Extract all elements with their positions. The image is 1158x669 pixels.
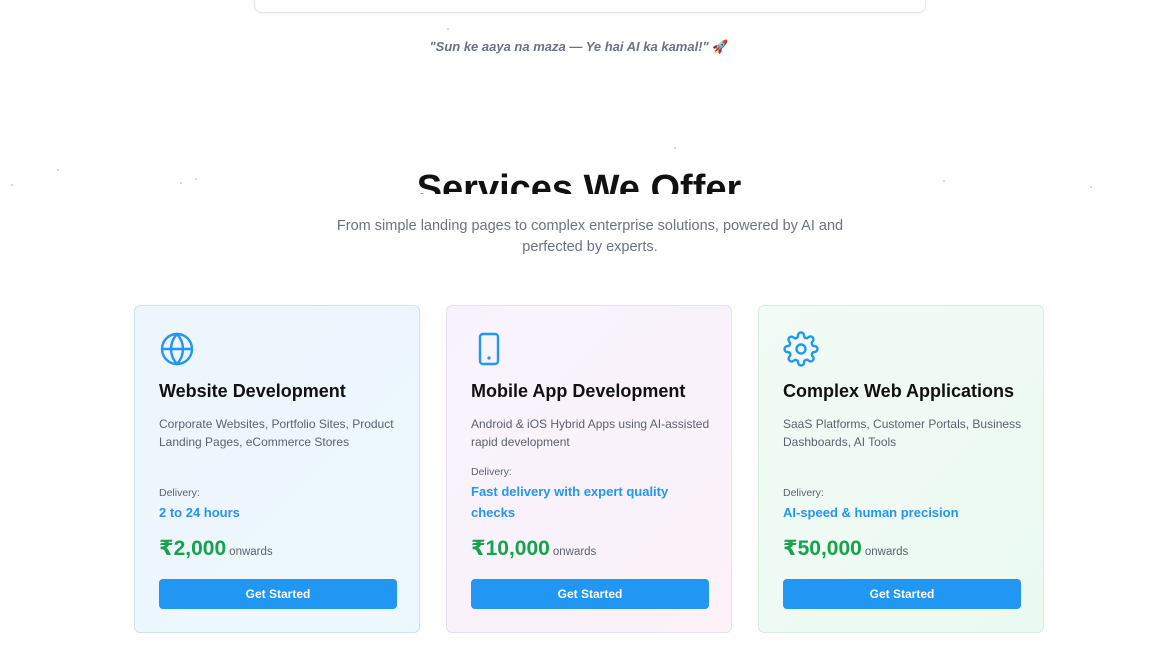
- section-heading-container: Services We Offer: [0, 150, 1158, 194]
- price-suffix: onwards: [552, 546, 597, 558]
- price-amount: ₹2,000: [159, 537, 227, 560]
- tagline: "Sun ke aaya na maza — Ye hai AI ka kama…: [0, 39, 1158, 55]
- rocket-icon: 🚀: [712, 39, 729, 54]
- price-amount: ₹10,000: [471, 537, 550, 560]
- card-description: Android & iOS Hybrid Apps using AI-assis…: [471, 417, 710, 449]
- section-heading: Services We Offer: [416, 168, 742, 194]
- service-card-web-apps: Complex Web Applications SaaS Platforms,…: [758, 305, 1044, 633]
- card-description: SaaS Platforms, Customer Portals, Busine…: [783, 417, 1022, 449]
- delivery-label: Delivery:: [471, 466, 512, 478]
- price: ₹2,000 onwards: [159, 536, 273, 561]
- globe-icon: [160, 332, 194, 366]
- price: ₹50,000 onwards: [783, 536, 908, 561]
- card-title: Website Development: [159, 381, 346, 401]
- delivery-value: AI-speed & human precision: [783, 505, 959, 520]
- delivery-value: 2 to 24 hours: [159, 505, 240, 520]
- tagline-text: "Sun ke aaya na maza — Ye hai AI ka kama…: [429, 39, 709, 54]
- get-started-button[interactable]: Get Started: [783, 579, 1021, 609]
- get-started-button[interactable]: Get Started: [471, 579, 709, 609]
- price-suffix: onwards: [229, 546, 273, 558]
- service-card-website: Website Development Corporate Websites, …: [134, 305, 420, 633]
- gear-icon: [783, 331, 819, 367]
- get-started-button[interactable]: Get Started: [159, 579, 397, 609]
- sparkle-dot: [674, 147, 676, 149]
- section-subtitle: From simple landing pages to complex ent…: [336, 218, 844, 255]
- sparkle-dot: [447, 28, 449, 30]
- card-description: Corporate Websites, Portfolio Sites, Pro…: [159, 417, 394, 449]
- card-title: Complex Web Applications: [783, 381, 1015, 401]
- price-suffix: onwards: [864, 546, 909, 558]
- delivery-value: Fast delivery with expert quality checks: [471, 484, 669, 520]
- top-card-bottom-edge: [254, 0, 926, 13]
- price-amount: ₹50,000: [783, 537, 862, 560]
- smartphone-icon: [478, 332, 500, 366]
- delivery-label: Delivery:: [783, 487, 824, 499]
- service-card-mobile-app: Mobile App Development Android & iOS Hyb…: [446, 305, 732, 633]
- delivery-label: Delivery:: [159, 487, 200, 499]
- price: ₹10,000 onwards: [471, 536, 596, 561]
- card-title: Mobile App Development: [471, 381, 686, 401]
